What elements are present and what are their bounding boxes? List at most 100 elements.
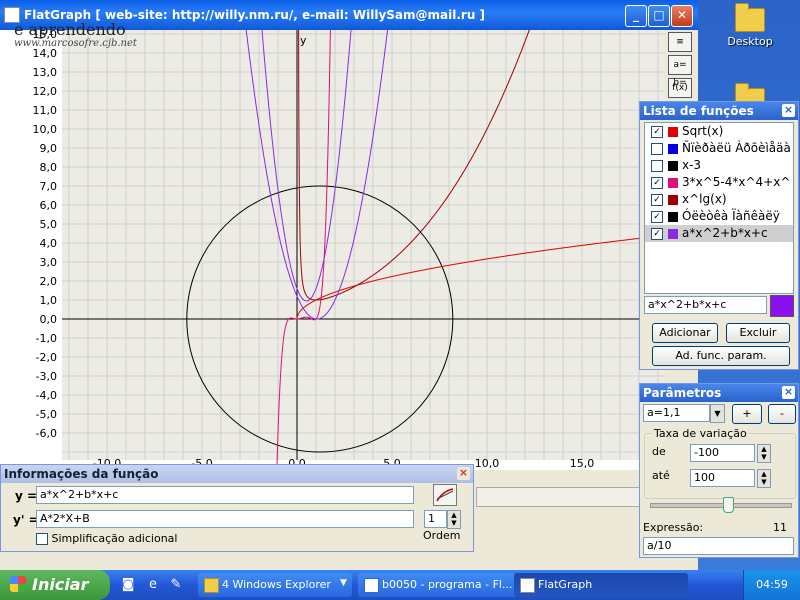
graph-canvas[interactable]: 15,014,013,012,011,010,09,08,07,06,05,04… — [0, 30, 665, 470]
function-list-item[interactable]: ✓ Sqrt(x) — [645, 123, 793, 140]
folder-icon — [204, 578, 219, 593]
y-tick-label: 4,0 — [40, 237, 58, 250]
function-info-title[interactable]: Informações da função × — [1, 465, 473, 483]
watermark: e aprendendo www.marcosofre.cjb.net — [14, 20, 137, 50]
expression-label: Expressão: — [643, 521, 704, 534]
function-list-item[interactable]: ✓ a*x^2+b*x+c — [645, 225, 793, 242]
y-tick-label: 8,0 — [40, 161, 58, 174]
notepad-icon[interactable]: ✎ — [168, 577, 184, 593]
y-expression-field[interactable]: a*x^2+b*x+c — [36, 486, 414, 504]
start-button[interactable]: Iniciar — [0, 570, 110, 600]
function-tool-button[interactable]: f(x) — [668, 78, 692, 98]
function-list-item[interactable]: ✓ x^lg(x) — [645, 191, 793, 208]
params-tool-button[interactable]: a= b= — [668, 55, 692, 88]
y-tick-label: 6,0 — [40, 199, 58, 212]
minimize-button[interactable]: _ — [625, 5, 647, 27]
checkbox-icon[interactable]: ✓ — [651, 176, 663, 189]
taskbar-item-label: FlatGraph — [538, 578, 593, 591]
x-tick-label: 10,0 — [475, 457, 500, 470]
order-label: Ordem — [423, 529, 461, 542]
delete-function-button[interactable]: Excluir — [726, 323, 790, 343]
watermark-title: e aprendendo — [14, 20, 126, 39]
decrement-param-button[interactable]: - — [768, 404, 796, 424]
watermark-url: www.marcosofre.cjb.net — [14, 38, 137, 49]
close-icon[interactable]: × — [782, 104, 795, 117]
from-label: de — [652, 445, 666, 458]
y-tick-label: -1,0 — [36, 332, 57, 345]
horizontal-scrollbar[interactable] — [476, 487, 643, 507]
system-tray-clock[interactable]: 04:59 — [743, 570, 800, 600]
functions-panel-title[interactable]: Lista de funções × — [640, 102, 798, 120]
function-label: a*x^2+b*x+c — [682, 226, 768, 240]
parameters-panel-title-text: Parâmetros — [643, 386, 722, 400]
checkbox-icon[interactable] — [651, 159, 663, 172]
start-label: Iniciar — [32, 575, 89, 594]
show-desktop-icon[interactable]: ◙ — [120, 577, 136, 593]
function-list[interactable]: ✓ Sqrt(x) Ñïèðàëü Àðõèìåäà x-3 ✓ 3*x^5-4*x^4+… — [644, 122, 794, 294]
function-label: x-3 — [682, 158, 702, 172]
checkbox-icon[interactable]: ✓ — [651, 227, 663, 240]
checkbox-icon[interactable] — [36, 533, 48, 545]
rate-groupbox — [644, 433, 796, 499]
y-tick-label: 1,0 — [40, 294, 58, 307]
rate-slider-thumb[interactable] — [723, 497, 734, 513]
close-button[interactable]: ✕ — [671, 5, 693, 27]
color-swatch — [668, 126, 678, 137]
close-icon[interactable]: × — [457, 467, 470, 480]
color-swatch — [668, 211, 678, 222]
checkbox-icon[interactable]: ✓ — [651, 125, 663, 138]
app-icon — [520, 578, 535, 593]
parameters-panel: Parâmetros × a=1,1 ▼ + - Taxa de variaçã… — [639, 383, 799, 558]
graph-area[interactable]: 15,0 14,0 13,0 12,0 11,0 10,0 9,0 8,0 7,0 6,0 5,0 4… — [0, 30, 665, 470]
chevron-down-icon[interactable]: ▼ — [710, 404, 725, 423]
internet-explorer-icon[interactable]: e — [145, 577, 161, 593]
checkbox-icon[interactable]: ✓ — [651, 193, 663, 206]
function-color-picker[interactable] — [770, 295, 794, 317]
from-spinner[interactable]: ▲ ▼ — [757, 444, 771, 463]
chevron-down-icon[interactable]: ▼ — [340, 578, 347, 588]
maximize-button[interactable]: □ — [648, 5, 670, 27]
taskbar-item-flatgraph[interactable]: FlatGraph — [514, 573, 688, 597]
expression-count: 11 — [773, 521, 787, 534]
expression-input[interactable]: a/10 — [643, 537, 794, 555]
derivative-expression-field[interactable]: A*2*X+B — [36, 510, 414, 528]
y-tick-label: 5,0 — [40, 218, 58, 231]
function-expression-input[interactable]: a*x^2+b*x+c — [644, 296, 767, 314]
function-label: 3*x^5-4*x^4+x^ — [682, 175, 791, 189]
function-label: x^lg(x) — [682, 192, 727, 206]
from-value-input[interactable]: -100 — [690, 444, 755, 462]
y-tick-label: 9,0 — [40, 142, 58, 155]
add-function-button[interactable]: Adicionar — [652, 323, 718, 343]
y-axis-label: y — [300, 34, 307, 47]
document-icon — [364, 578, 379, 593]
rate-slider-track[interactable] — [650, 503, 792, 508]
color-swatch — [668, 143, 678, 154]
taskbar-item-explorer[interactable]: 4 Windows Explorer — [198, 573, 352, 597]
parameter-select[interactable]: a=1,1 — [643, 404, 710, 422]
y-tick-label: -6,0 — [36, 427, 57, 440]
derivative-label: y' = — [13, 513, 39, 527]
list-tool-button[interactable]: ≡ — [668, 32, 692, 52]
simplify-checkbox[interactable]: Simplificação adicional — [36, 532, 177, 545]
desktop-icon[interactable]: Desktop — [715, 3, 785, 48]
y-tick-label: 11,0 — [33, 104, 58, 117]
taskbar-item-document[interactable]: b0050 - programa - Fl... — [358, 573, 530, 597]
function-list-item[interactable]: ✓ Óëèòêà Ïàñêàëÿ — [645, 208, 793, 225]
function-list-item[interactable]: x-3 — [645, 157, 793, 174]
add-param-function-button[interactable]: Ad. func. param. — [652, 346, 790, 366]
checkbox-icon[interactable]: ✓ — [651, 210, 663, 223]
order-spinner[interactable]: ▲ ▼ — [447, 510, 461, 529]
parameters-panel-title[interactable]: Parâmetros × — [640, 384, 798, 402]
increment-param-button[interactable]: + — [732, 404, 762, 424]
function-label: Sqrt(x) — [682, 124, 724, 138]
to-label: até — [652, 469, 670, 482]
to-value-input[interactable]: 100 — [690, 469, 755, 487]
function-list-item[interactable]: ✓ 3*x^5-4*x^4+x^ — [645, 174, 793, 191]
checkbox-icon[interactable] — [651, 142, 663, 155]
close-icon[interactable]: × — [782, 386, 795, 399]
graph-curve-icon[interactable] — [433, 484, 457, 506]
order-input[interactable]: 1 — [424, 510, 447, 528]
function-list-item[interactable]: Ñïèðàëü Àðõèìåäà — [645, 140, 793, 157]
taskbar-item-label: b0050 - programa - Fl... — [382, 578, 513, 591]
to-spinner[interactable]: ▲ ▼ — [757, 469, 771, 488]
